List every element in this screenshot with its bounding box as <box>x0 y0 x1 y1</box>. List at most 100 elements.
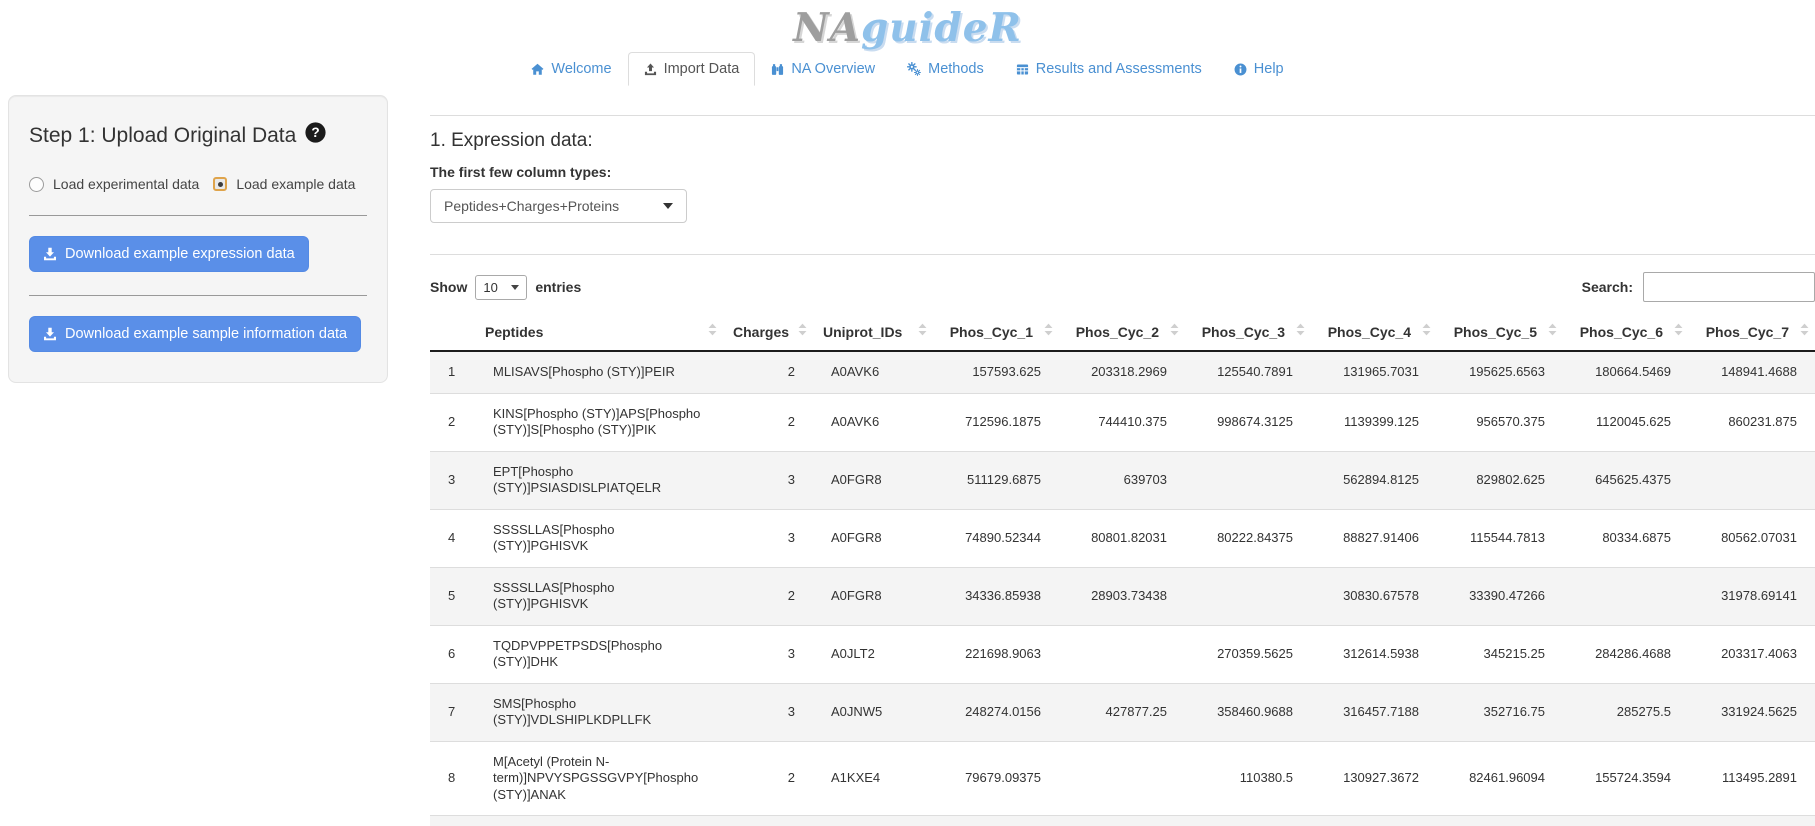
data-source-radios: Load experimental data Load example data <box>29 176 367 192</box>
row-index: 6 <box>430 625 475 683</box>
tab-methods[interactable]: Methods <box>891 52 1000 86</box>
uniprot-cell: A0FGR8 <box>813 509 933 567</box>
question-circle-icon[interactable]: ? <box>305 122 326 149</box>
row-index: 7 <box>430 683 475 741</box>
show-label: Show <box>430 279 467 295</box>
sort-icon <box>1800 323 1809 339</box>
button-label: Download example sample information data <box>65 326 347 342</box>
column-header-Phos_Cyc_5[interactable]: Phos_Cyc_5 <box>1437 316 1563 351</box>
peptide-cell: TQDPVPPETPSDS[Phospho (STY)]DHK <box>475 625 723 683</box>
tab-results-and-assessments[interactable]: Results and Assessments <box>1000 52 1218 86</box>
value-cell: 645625.4375 <box>1563 451 1689 509</box>
logo-na: NA <box>793 5 861 51</box>
value-cell: 345215.25 <box>1437 625 1563 683</box>
uniprot-cell: A0FGR8 <box>813 567 933 625</box>
charge-cell: 3 <box>723 625 813 683</box>
peptide-cell: KINS[Phospho (STY)]APS[Phospho (STY)]S[P… <box>475 393 723 451</box>
download-expression-data-button[interactable]: Download example expression data <box>29 236 309 272</box>
table-row: 6TQDPVPPETPSDS[Phospho (STY)]DHK3A0JLT22… <box>430 625 1815 683</box>
download-sample-information-button[interactable]: Download example sample information data <box>29 316 361 352</box>
value-cell: 88827.91406 <box>1311 509 1437 567</box>
sort-icon <box>1548 323 1557 339</box>
sort-icon <box>1422 323 1431 339</box>
column-header-Phos_Cyc_2[interactable]: Phos_Cyc_2 <box>1059 316 1185 351</box>
value-cell: 352716.75 <box>1437 683 1563 741</box>
app-header: NAguideR <box>0 0 1815 52</box>
row-index: 4 <box>430 509 475 567</box>
column-header-Phos_Cyc_7[interactable]: Phos_Cyc_7 <box>1689 316 1815 351</box>
search-input[interactable] <box>1643 272 1815 302</box>
radio-load-experimental-data[interactable]: Load experimental data <box>29 176 199 192</box>
value-cell: 148941.4688 <box>1689 351 1815 393</box>
value-cell: 113495.2891 <box>1689 741 1815 816</box>
upload-icon <box>644 63 657 76</box>
radio-button-icon[interactable] <box>29 177 44 192</box>
peptide-cell: SSSSLLAS[Phospho (STY)]PGHISVK <box>475 567 723 625</box>
peptide-cell: MLISAVS[Phospho (STY)]PEIR <box>475 351 723 393</box>
table-row: 8M[Acetyl (Protein N-term)]NPVYSPGSSGVPY… <box>430 741 1815 816</box>
uniprot-cell: A0AVK6 <box>813 351 933 393</box>
gears-icon <box>907 62 921 76</box>
column-header-row-index[interactable] <box>430 316 475 351</box>
uniprot-cell: A1KXE4 <box>813 741 933 816</box>
divider <box>430 254 1815 255</box>
radio-label: Load example data <box>236 176 355 192</box>
charge-cell: 3 <box>723 509 813 567</box>
column-header-Phos_Cyc_1[interactable]: Phos_Cyc_1 <box>933 316 1059 351</box>
nav-tabs: WelcomeImport DataNA OverviewMethodsResu… <box>85 53 1730 86</box>
value-cell: 316457.7188 <box>1311 683 1437 741</box>
table-row: 2KINS[Phospho (STY)]APS[Phospho (STY)]S[… <box>430 393 1815 451</box>
value-cell: 155724.3594 <box>1563 741 1689 816</box>
value-cell: 270359.5625 <box>1185 625 1311 683</box>
tab-na-overview[interactable]: NA Overview <box>755 52 891 86</box>
column-header-Uniprot_IDs[interactable]: Uniprot_IDs <box>813 316 933 351</box>
value-cell: 80222.84375 <box>1185 509 1311 567</box>
column-header-Phos_Cyc_6[interactable]: Phos_Cyc_6 <box>1563 316 1689 351</box>
value-cell: 33390.47266 <box>1437 567 1563 625</box>
radio-load-example-data[interactable]: Load example data <box>213 176 355 192</box>
download-icon <box>43 327 57 341</box>
value-cell: 511129.6875 <box>933 451 1059 509</box>
column-header-Peptides[interactable]: Peptides <box>475 316 723 351</box>
radio-button-icon[interactable] <box>213 177 227 191</box>
value-cell: 203318.2969 <box>1059 351 1185 393</box>
sort-icon <box>1674 323 1683 339</box>
table-search: Search: <box>1582 272 1815 302</box>
column-header-Phos_Cyc_3[interactable]: Phos_Cyc_3 <box>1185 316 1311 351</box>
column-header-Charges[interactable]: Charges <box>723 316 813 351</box>
value-cell: 956570.375 <box>1437 393 1563 451</box>
value-cell <box>1689 451 1815 509</box>
tab-welcome[interactable]: Welcome <box>515 52 627 86</box>
column-types-select[interactable]: Peptides+Charges+Proteins <box>430 189 687 223</box>
value-cell: 860231.875 <box>1689 393 1815 451</box>
value-cell: 285275.5 <box>1563 683 1689 741</box>
sort-icon <box>1170 323 1179 339</box>
section-title: 1. Expression data: <box>430 130 1815 152</box>
sort-icon <box>1296 323 1305 339</box>
row-index: 5 <box>430 567 475 625</box>
divider <box>29 295 367 296</box>
value-cell: 639703 <box>1059 451 1185 509</box>
home-icon <box>531 63 544 76</box>
value-cell <box>1059 625 1185 683</box>
value-cell <box>1185 567 1311 625</box>
app-logo: NAguideR <box>793 5 1022 51</box>
tab-help[interactable]: Help <box>1218 52 1300 86</box>
value-cell: 284286.4688 <box>1563 625 1689 683</box>
value-cell: 1120045.625 <box>1563 393 1689 451</box>
expression-data-table: PeptidesChargesUniprot_IDsPhos_Cyc_1Phos… <box>430 316 1815 826</box>
table-body: 1MLISAVS[Phospho (STY)]PEIR2A0AVK6157593… <box>430 351 1815 826</box>
value-cell: 115544.7813 <box>1437 509 1563 567</box>
charge-cell: 2 <box>723 393 813 451</box>
tab-label: Help <box>1254 61 1284 77</box>
value-cell: 130927.3672 <box>1311 741 1437 816</box>
value-cell <box>1059 741 1185 816</box>
panel-title-row: Step 1: Upload Original Data ? <box>29 122 367 149</box>
page-length-select[interactable]: 10 <box>475 275 527 300</box>
value-cell: 74890.52344 <box>933 509 1059 567</box>
charge-cell: 2 <box>723 741 813 816</box>
tab-import-data[interactable]: Import Data <box>628 52 756 86</box>
column-header-Phos_Cyc_4[interactable]: Phos_Cyc_4 <box>1311 316 1437 351</box>
value-cell: 221698.9063 <box>933 625 1059 683</box>
value-cell: 157593.625 <box>933 351 1059 393</box>
